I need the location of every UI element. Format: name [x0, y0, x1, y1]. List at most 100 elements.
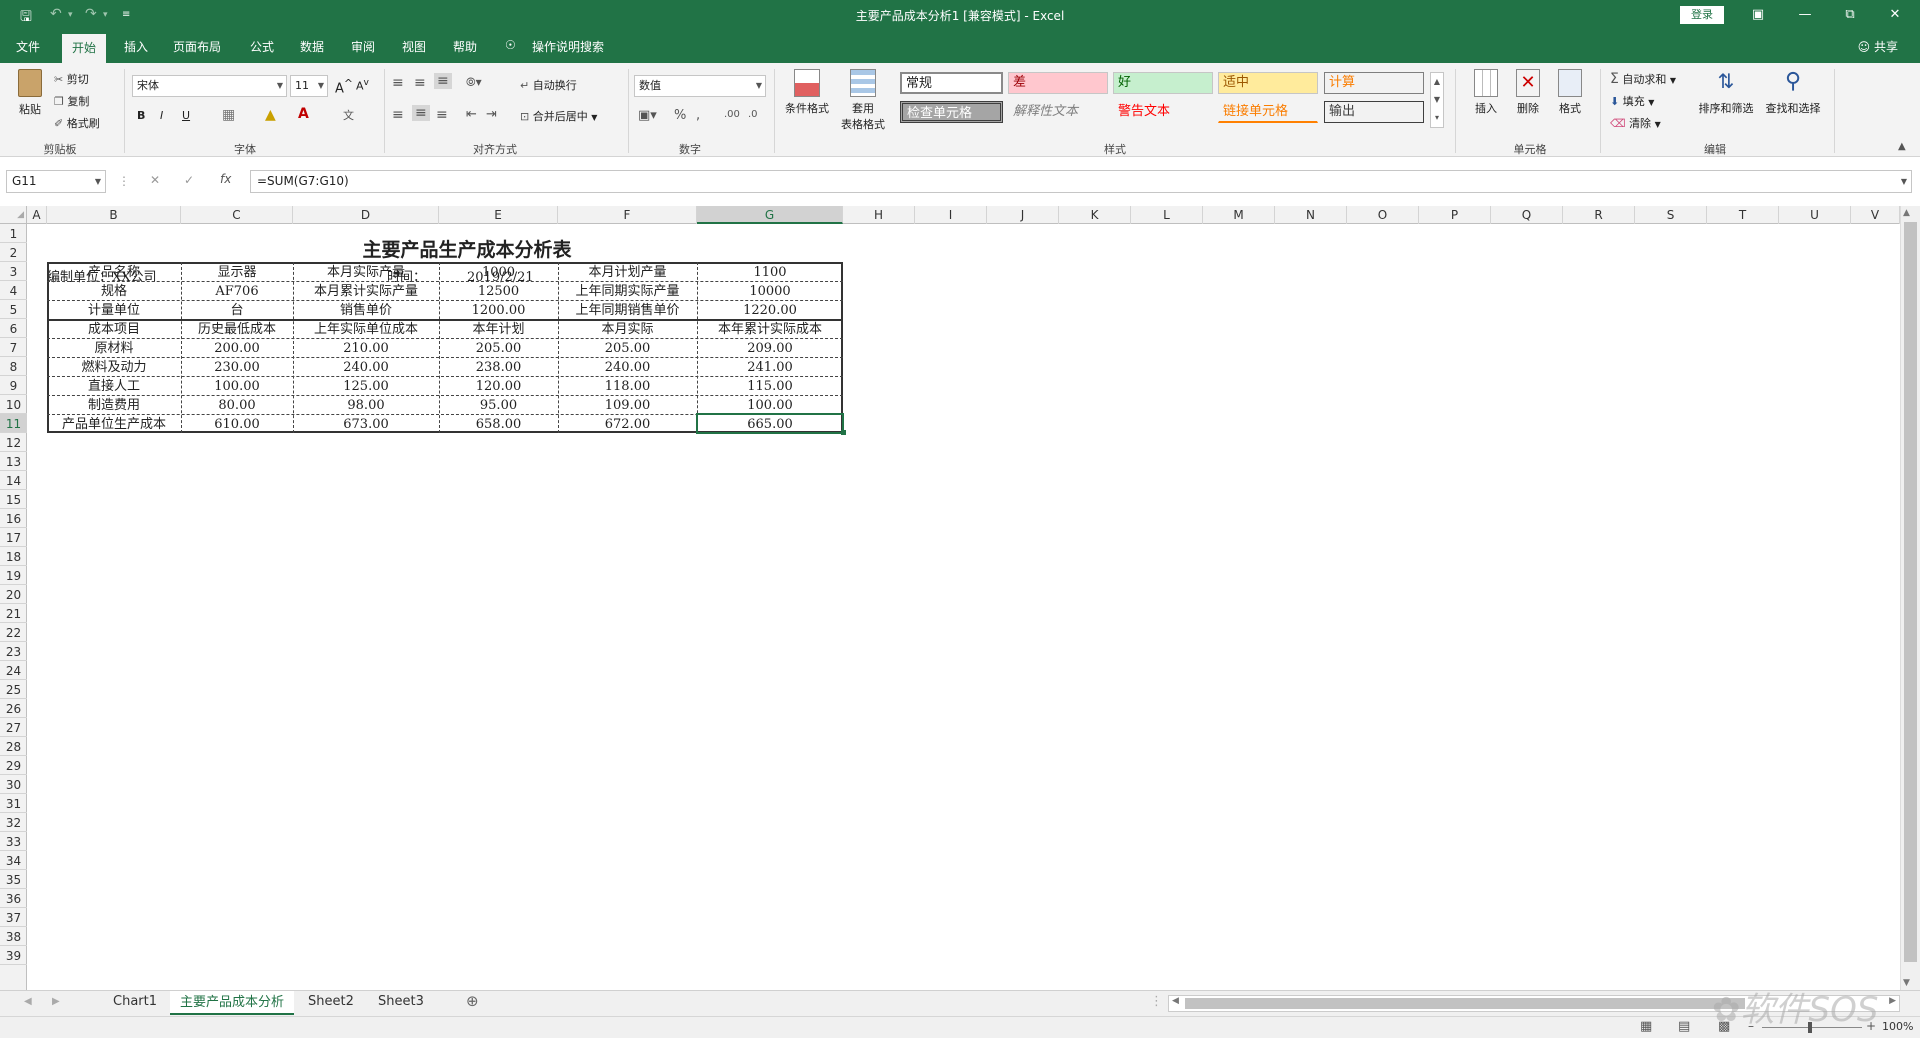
row-header-15[interactable]: 15	[0, 490, 27, 509]
share-button[interactable]: ☺ 共享	[1858, 38, 1898, 55]
row-header-6[interactable]: 6	[0, 319, 27, 338]
row-header-27[interactable]: 27	[0, 718, 27, 737]
shrink-font-icon[interactable]: Av	[356, 77, 369, 93]
row-header-20[interactable]: 20	[0, 585, 27, 604]
format-as-table-button[interactable]: 套用 表格格式	[836, 69, 890, 132]
find-select-button[interactable]: ⚲ 查找和选择	[1762, 69, 1824, 116]
accounting-format-icon[interactable]: ▣▾	[638, 108, 657, 123]
sheet-tab-sheet2[interactable]: Sheet2	[308, 994, 354, 1009]
row-header-5[interactable]: 5	[0, 300, 27, 319]
sheet-tab-sheet3[interactable]: Sheet3	[378, 994, 424, 1009]
row-header-8[interactable]: 8	[0, 357, 27, 376]
tab-view[interactable]: 视图	[402, 38, 426, 55]
style-linked-cell[interactable]: 链接单元格	[1218, 101, 1318, 123]
font-color-icon[interactable]: A	[298, 106, 309, 122]
font-name-select[interactable]: 宋体 ▼	[132, 75, 287, 97]
row-header-36[interactable]: 36	[0, 889, 27, 908]
vertical-scrollbar[interactable]: ▲ ▼	[1900, 206, 1920, 990]
enter-formula-icon[interactable]: ✓	[184, 173, 194, 187]
insert-cells-button[interactable]: 插入	[1468, 69, 1504, 116]
style-neutral[interactable]: 适中	[1218, 72, 1318, 94]
paste-button[interactable]: 粘贴	[12, 69, 48, 116]
column-header-f[interactable]: F	[558, 206, 697, 224]
row-header-16[interactable]: 16	[0, 509, 27, 528]
active-cell-g11[interactable]	[696, 413, 844, 434]
row-header-25[interactable]: 25	[0, 680, 27, 699]
format-painter-button[interactable]: ✐ 格式刷	[54, 115, 100, 131]
column-header-o[interactable]: O	[1347, 206, 1419, 224]
sheet-tab-chart1[interactable]: Chart1	[113, 994, 157, 1009]
decrease-decimal-icon[interactable]: .0	[748, 109, 758, 120]
row-header-29[interactable]: 29	[0, 756, 27, 775]
column-header-q[interactable]: Q	[1491, 206, 1563, 224]
row-header-23[interactable]: 23	[0, 642, 27, 661]
align-top-icon[interactable]: ≡	[392, 75, 404, 91]
row-header-34[interactable]: 34	[0, 851, 27, 870]
scroll-up-icon[interactable]: ▲	[1903, 208, 1910, 218]
restore-icon[interactable]: ⧉	[1835, 4, 1865, 26]
delete-cells-button[interactable]: ✕ 删除	[1510, 69, 1546, 116]
sort-filter-button[interactable]: ⇅ 排序和筛选	[1696, 69, 1756, 116]
normal-view-icon[interactable]: ▦	[1640, 1019, 1652, 1034]
column-header-t[interactable]: T	[1707, 206, 1779, 224]
scroll-down-icon[interactable]: ▼	[1903, 978, 1910, 988]
cut-button[interactable]: ✂ 剪切	[54, 71, 89, 87]
align-center-icon[interactable]: ≡	[412, 105, 430, 121]
row-header-3[interactable]: 3	[0, 262, 27, 281]
underline-button[interactable]: U	[182, 109, 190, 122]
row-header-31[interactable]: 31	[0, 794, 27, 813]
row-header-7[interactable]: 7	[0, 338, 27, 357]
close-icon[interactable]: ✕	[1880, 4, 1910, 26]
column-header-s[interactable]: S	[1635, 206, 1707, 224]
row-header-10[interactable]: 10	[0, 395, 27, 414]
page-layout-view-icon[interactable]: ▤	[1678, 1019, 1690, 1034]
column-header-k[interactable]: K	[1059, 206, 1131, 224]
row-header-22[interactable]: 22	[0, 623, 27, 642]
fill-color-icon[interactable]: ▲	[265, 107, 276, 123]
align-left-icon[interactable]: ≡	[392, 107, 404, 123]
row-header-13[interactable]: 13	[0, 452, 27, 471]
row-header-21[interactable]: 21	[0, 604, 27, 623]
row-header-30[interactable]: 30	[0, 775, 27, 794]
tab-insert[interactable]: 插入	[124, 38, 148, 55]
column-header-m[interactable]: M	[1203, 206, 1275, 224]
login-button[interactable]: 登录	[1680, 6, 1724, 24]
wrap-text-button[interactable]: ↵ 自动换行	[520, 77, 577, 93]
name-box[interactable]: G11 ▼	[6, 170, 106, 193]
column-header-i[interactable]: I	[915, 206, 987, 224]
select-all-corner[interactable]: ◢	[0, 206, 27, 224]
style-normal[interactable]: 常规	[900, 72, 1003, 94]
tell-me-search[interactable]: 操作说明搜索	[532, 38, 604, 55]
orientation-icon[interactable]: ⦾▾	[466, 75, 482, 90]
ribbon-display-icon[interactable]: ▣	[1743, 4, 1773, 26]
number-format-select[interactable]: 数值 ▼	[634, 75, 766, 97]
autosum-button[interactable]: Σ 自动求和 ▼	[1610, 71, 1676, 87]
merge-center-button[interactable]: ⊡ 合并后居中 ▼	[520, 108, 597, 124]
column-header-d[interactable]: D	[293, 206, 439, 224]
zoom-level[interactable]: 100%	[1882, 1020, 1913, 1033]
format-cells-button[interactable]: 格式	[1552, 69, 1588, 116]
row-header-14[interactable]: 14	[0, 471, 27, 490]
row-header-39[interactable]: 39	[0, 946, 27, 965]
scroll-tabs-left-icon[interactable]: ◀	[24, 996, 32, 1007]
worksheet-grid[interactable]: 主要产品生产成本分析表 编制单位：XX公司 时间： 2019/2/21 产品名称…	[27, 224, 1900, 990]
row-header-35[interactable]: 35	[0, 870, 27, 889]
add-sheet-icon[interactable]: ⊕	[466, 992, 479, 1010]
column-header-j[interactable]: J	[987, 206, 1059, 224]
style-explanatory[interactable]: 解释性文本	[1008, 101, 1108, 123]
increase-decimal-icon[interactable]: .00	[724, 109, 740, 120]
style-check-cell[interactable]: 检查单元格	[900, 101, 1003, 123]
column-header-p[interactable]: P	[1419, 206, 1491, 224]
tab-data[interactable]: 数据	[300, 38, 324, 55]
row-header-4[interactable]: 4	[0, 281, 27, 300]
cancel-formula-icon[interactable]: ✕	[150, 173, 160, 187]
column-header-l[interactable]: L	[1131, 206, 1203, 224]
comma-style-icon[interactable]: ,	[696, 108, 700, 123]
grow-font-icon[interactable]: A^	[335, 77, 353, 96]
row-header-28[interactable]: 28	[0, 737, 27, 756]
column-header-e[interactable]: E	[439, 206, 558, 224]
decrease-indent-icon[interactable]: ⇤	[466, 107, 477, 122]
copy-button[interactable]: ❐ 复制	[54, 93, 89, 109]
row-header-2[interactable]: 2	[0, 243, 27, 262]
collapse-ribbon-icon[interactable]: ▲	[1898, 141, 1906, 152]
